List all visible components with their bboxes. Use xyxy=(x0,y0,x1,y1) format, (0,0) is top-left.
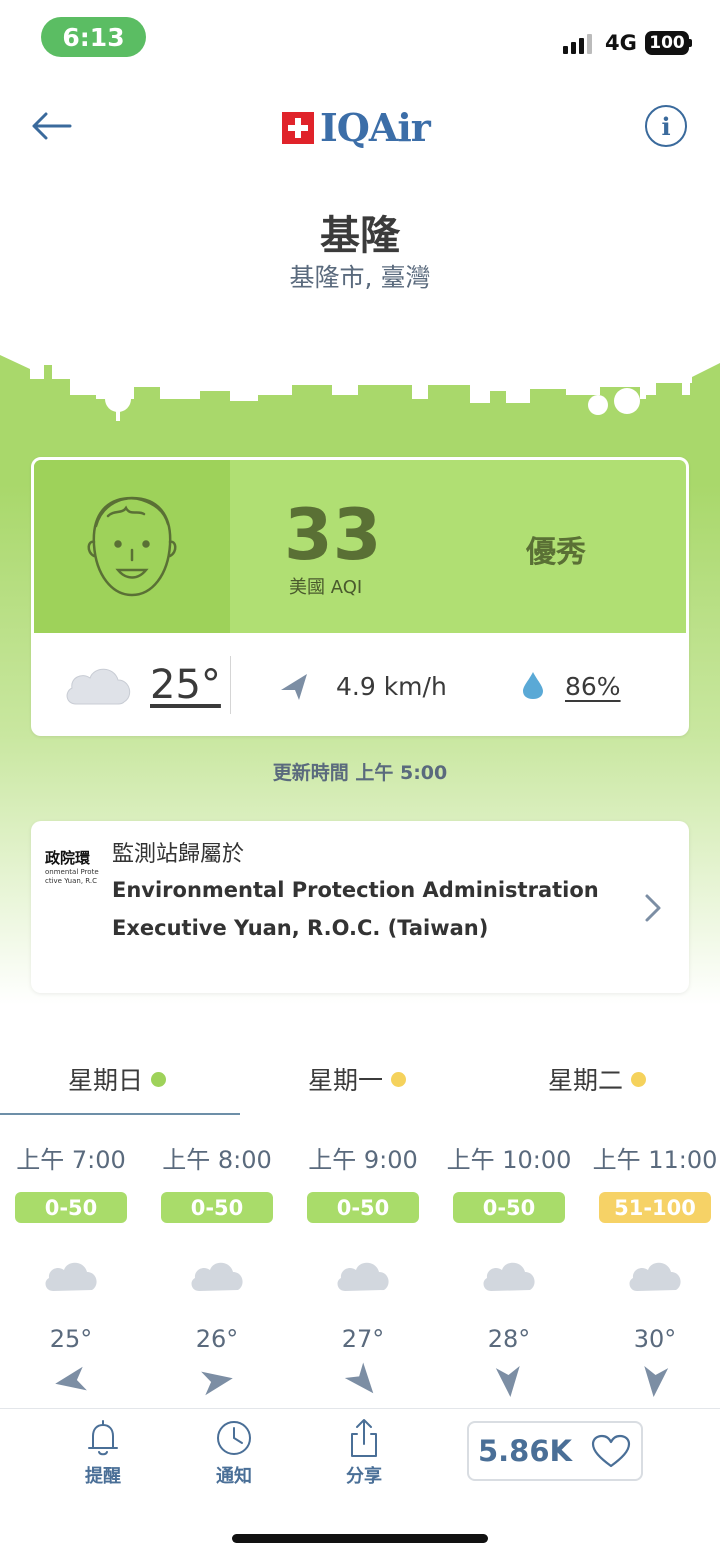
city-name: 基隆 xyxy=(320,213,400,259)
like-button[interactable]: 5.86K xyxy=(467,1421,643,1481)
tab-label: 星期日 xyxy=(68,1066,144,1095)
region-name: 基隆市, 臺灣 xyxy=(289,263,431,292)
hourly-item: 上午 9:00 0-50 27° xyxy=(300,1140,426,1405)
wind-direction-icon xyxy=(55,1366,87,1391)
aqi-range-badge: 0-50 xyxy=(15,1192,127,1223)
share-icon xyxy=(351,1419,377,1457)
tab-tuesday[interactable]: 星期二 xyxy=(548,1059,647,1099)
humidity-value[interactable]: 86% xyxy=(565,672,621,701)
epa-logo-text: 政院環 xyxy=(45,849,91,867)
hour-temperature: 30° xyxy=(633,1325,677,1353)
hour-time: 上午 7:00 xyxy=(16,1146,126,1174)
share-label: 分享 xyxy=(346,1466,382,1487)
station-card[interactable]: 政院環 onmental Prote ctive Yuan, R.C 監測站歸屬… xyxy=(31,821,689,993)
humidity-drop-icon xyxy=(523,672,543,699)
home-indicator xyxy=(232,1534,488,1543)
tab-monday[interactable]: 星期一 xyxy=(308,1059,407,1099)
last-updated: 更新時間 上午 5:00 xyxy=(272,762,448,784)
aqi-range-badge: 0-50 xyxy=(453,1192,565,1223)
status-time: 6:13 xyxy=(41,17,146,57)
alerts-label: 提醒 xyxy=(85,1466,121,1487)
hour-time: 上午 11:00 xyxy=(592,1146,718,1174)
tab-label: 星期二 xyxy=(548,1066,624,1095)
cloud-icon xyxy=(337,1262,389,1291)
tab-label: 星期一 xyxy=(308,1066,384,1095)
alerts-button[interactable]: 提醒 xyxy=(63,1418,143,1488)
iqair-logo: IQAir xyxy=(282,105,431,150)
aqi-value: 33 xyxy=(284,494,382,576)
wind-direction-icon xyxy=(201,1371,233,1396)
hour-time: 上午 10:00 xyxy=(446,1146,572,1174)
wind-direction-icon xyxy=(495,1366,520,1397)
tab-sunday[interactable]: 星期日 xyxy=(68,1059,167,1099)
wind-direction-icon xyxy=(344,1362,374,1394)
hour-temperature: 26° xyxy=(195,1325,239,1353)
station-name: Environmental Protection Administration … xyxy=(112,878,599,940)
arrow-left-icon xyxy=(32,112,72,140)
hourly-item: 上午 8:00 0-50 26° xyxy=(154,1140,280,1405)
aqi-label: 美國 AQI xyxy=(289,577,363,598)
hour-temperature: 27° xyxy=(341,1325,385,1353)
status-dot xyxy=(631,1071,647,1087)
signal-icon xyxy=(563,34,592,54)
info-button[interactable]: i xyxy=(645,105,687,147)
cloud-icon xyxy=(191,1262,243,1291)
hour-temperature: 28° xyxy=(487,1325,531,1353)
hour-temperature: 25° xyxy=(49,1325,93,1353)
cloud-icon xyxy=(629,1262,681,1291)
hourly-item: 上午 11:00 51-100 30° xyxy=(592,1140,718,1405)
notifications-button[interactable]: 通知 xyxy=(194,1418,274,1488)
bell-icon xyxy=(88,1420,118,1456)
status-dot xyxy=(151,1071,167,1087)
temperature-value[interactable]: 25° xyxy=(150,662,221,708)
battery-tip xyxy=(689,39,692,47)
chevron-right-icon xyxy=(645,894,661,922)
battery-icon: 100 xyxy=(645,31,689,55)
cloud-icon xyxy=(45,1262,97,1291)
heart-icon xyxy=(591,1434,631,1468)
hourly-item: 上午 10:00 0-50 28° xyxy=(446,1140,572,1405)
aqi-range-badge: 0-50 xyxy=(161,1192,273,1223)
hour-time: 上午 8:00 xyxy=(162,1146,272,1174)
aqi-range-badge: 0-50 xyxy=(307,1192,419,1223)
hour-time: 上午 9:00 xyxy=(308,1146,418,1174)
aqi-face-pane xyxy=(34,460,230,633)
wind-direction-icon xyxy=(281,674,307,700)
swiss-flag-icon xyxy=(282,111,314,144)
back-button[interactable] xyxy=(28,106,76,146)
epa-logo: 政院環 onmental Prote ctive Yuan, R.C xyxy=(45,847,99,891)
hourly-item: 上午 7:00 0-50 25° xyxy=(8,1140,134,1405)
network-label: 4G xyxy=(605,31,637,55)
wind-speed-value: 4.9 km/h xyxy=(336,672,447,701)
status-dot xyxy=(391,1071,407,1087)
happy-face-icon xyxy=(87,496,177,597)
city-skyline-illustration xyxy=(0,355,720,421)
logo-text: IQAir xyxy=(320,105,431,150)
aqi-card[interactable]: 33 美國 AQI 優秀 25° 4.9 km/h 86% xyxy=(31,457,689,736)
like-count: 5.86K xyxy=(477,1434,573,1468)
share-button[interactable]: 分享 xyxy=(324,1418,404,1488)
cloud-icon xyxy=(66,668,131,705)
aqi-level: 優秀 xyxy=(526,535,586,570)
clock-icon xyxy=(217,1421,251,1455)
notifications-label: 通知 xyxy=(216,1466,252,1487)
divider xyxy=(230,656,231,714)
cloud-icon xyxy=(483,1262,535,1291)
active-tab-indicator xyxy=(0,1113,240,1115)
wind-direction-icon xyxy=(644,1366,669,1397)
aqi-range-badge: 51-100 xyxy=(599,1192,711,1223)
epa-logo-subtext-2: ctive Yuan, R.C xyxy=(45,877,98,885)
epa-logo-subtext-1: onmental Prote xyxy=(45,868,99,876)
station-label: 監測站歸屬於 xyxy=(112,842,245,867)
